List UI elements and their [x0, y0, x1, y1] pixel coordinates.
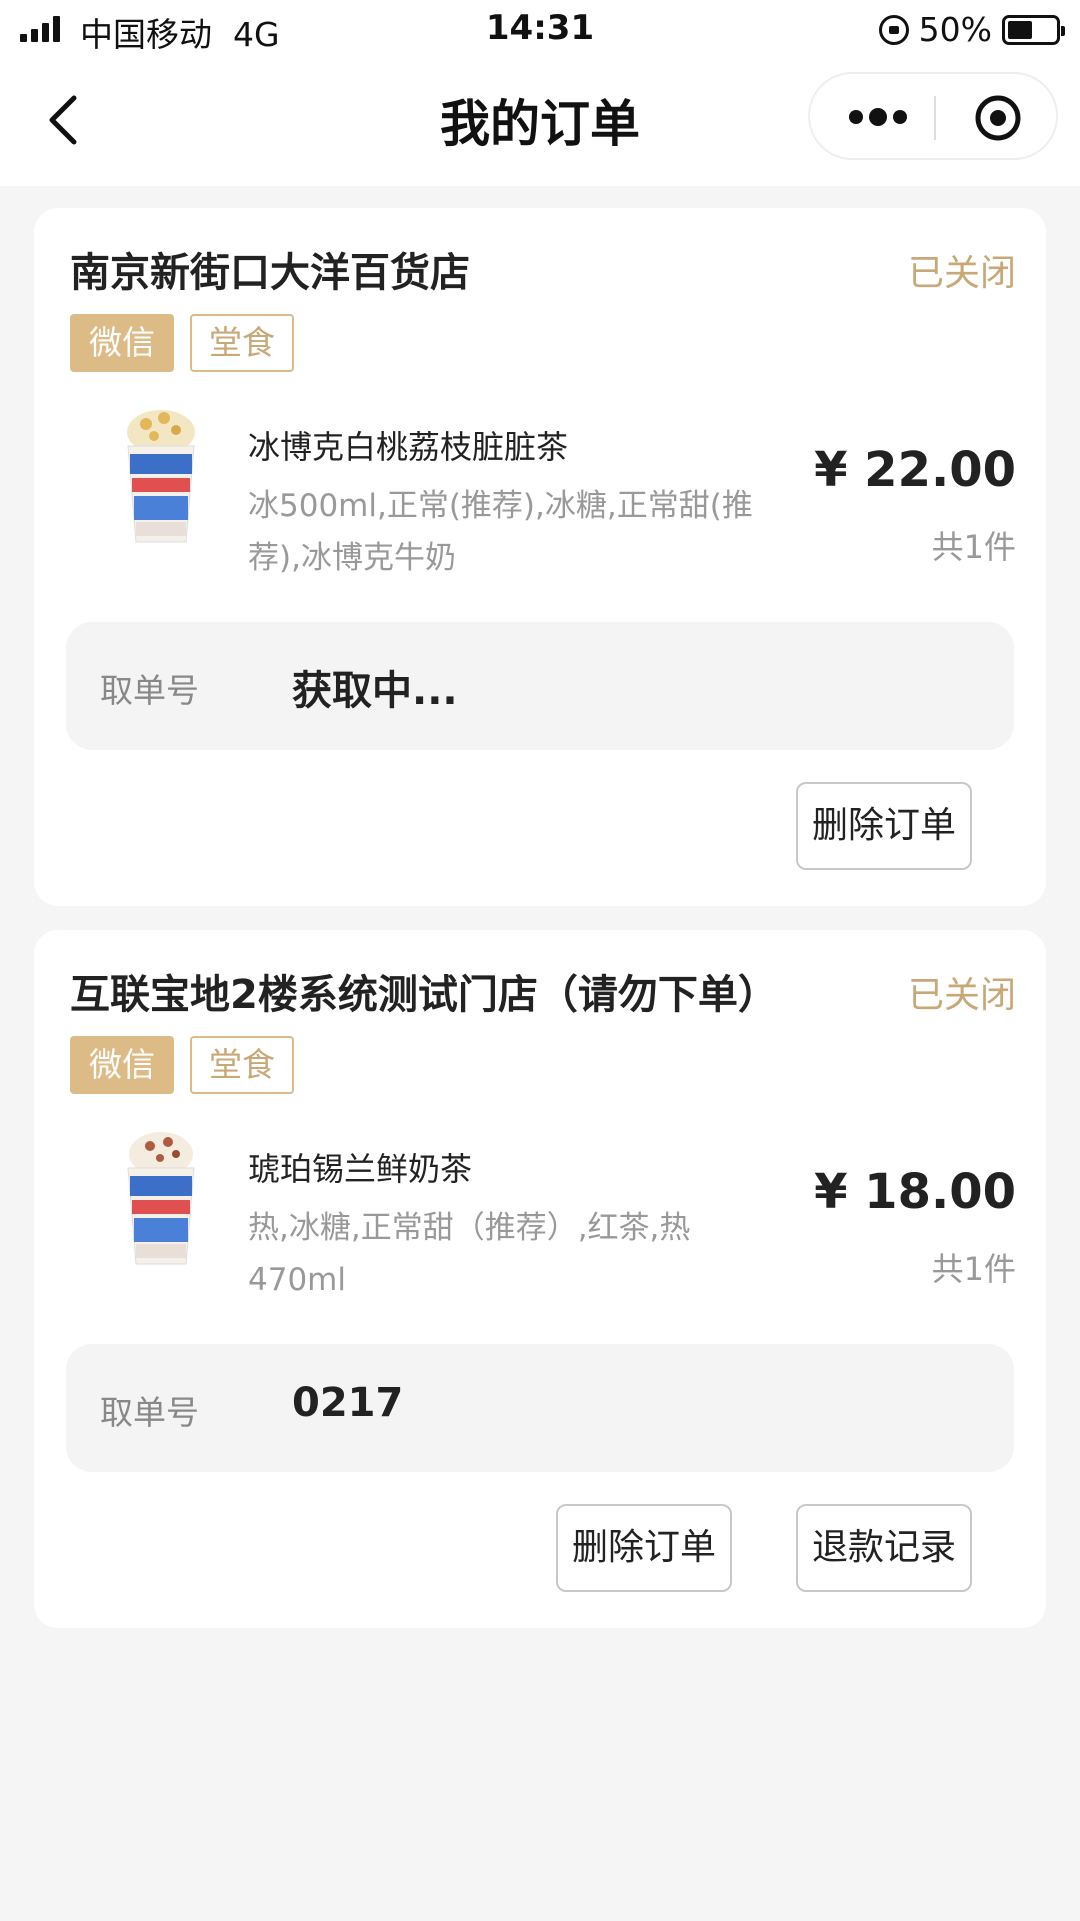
battery-icon [1002, 14, 1065, 45]
product-spec: 热,冰糖,正常甜（推荐）,红茶,热 470ml [248, 1202, 808, 1306]
status-right: 50% [878, 10, 1065, 49]
payment-tag: 微信 [70, 1036, 174, 1094]
nav-bar: 我的订单 [0, 62, 1080, 186]
product-spec-line: 470ml [248, 1262, 346, 1298]
pickup-number-box: 取单号 获取中... [66, 622, 1014, 750]
dine-type-tag: 堂食 [190, 1036, 294, 1094]
delete-order-button[interactable]: 删除订单 [556, 1504, 732, 1592]
refund-record-button[interactable]: 退款记录 [796, 1504, 972, 1592]
more-dots-icon[interactable] [846, 102, 910, 132]
pickup-number-box: 取单号 0217 [66, 1344, 1014, 1472]
pickup-label: 取单号 [100, 1393, 199, 1432]
payment-tag: 微信 [70, 314, 174, 372]
delete-order-button[interactable]: 删除订单 [796, 782, 972, 870]
product-price: ¥ 22.00 [814, 442, 1016, 498]
product-image [127, 1132, 195, 1265]
product-spec-line: 荐),冰博克牛奶 [248, 540, 456, 576]
product-spec: 冰500ml,正常(推荐),冰糖,正常甜(推 荐),冰博克牛奶 [248, 480, 808, 584]
pickup-value: 0217 [292, 1380, 404, 1426]
product-price: ¥ 18.00 [814, 1164, 1016, 1220]
dine-type-tag: 堂食 [190, 314, 294, 372]
mini-program-capsule [808, 72, 1058, 160]
product-spec-line: 冰500ml,正常(推荐),冰糖,正常甜(推 [248, 488, 753, 524]
product-spec-line: 热,冰糖,正常甜（推荐）,红茶,热 [248, 1210, 691, 1246]
product-name: 琥珀锡兰鲜奶茶 [248, 1150, 473, 1188]
product-image [127, 410, 195, 543]
capsule-divider [934, 96, 936, 140]
order-status: 已关闭 [907, 253, 1016, 294]
product-name: 冰博克白桃荔枝脏脏茶 [248, 428, 569, 466]
store-name: 南京新街口大洋百货店 [70, 250, 470, 296]
order-card[interactable]: 互联宝地2楼系统测试门店（请勿下单） 已关闭 微信 堂食 琥珀锡兰鲜奶茶 热,冰… [34, 930, 1046, 1628]
pickup-label: 取单号 [100, 671, 199, 710]
product-quantity: 共1件 [931, 528, 1016, 566]
close-target-icon[interactable] [974, 94, 1022, 142]
status-bar: 中国移动 4G 14:31 50% [0, 0, 1080, 62]
product-quantity: 共1件 [931, 1250, 1016, 1288]
rotation-lock-icon [878, 14, 909, 45]
order-card[interactable]: 南京新街口大洋百货店 已关闭 微信 堂食 冰博克白桃荔枝脏脏茶 冰500ml,正… [34, 208, 1046, 906]
battery-percent: 50% [918, 10, 992, 49]
store-name: 互联宝地2楼系统测试门店（请勿下单） [70, 972, 778, 1018]
pickup-value: 获取中... [292, 668, 458, 714]
order-status: 已关闭 [907, 975, 1016, 1016]
